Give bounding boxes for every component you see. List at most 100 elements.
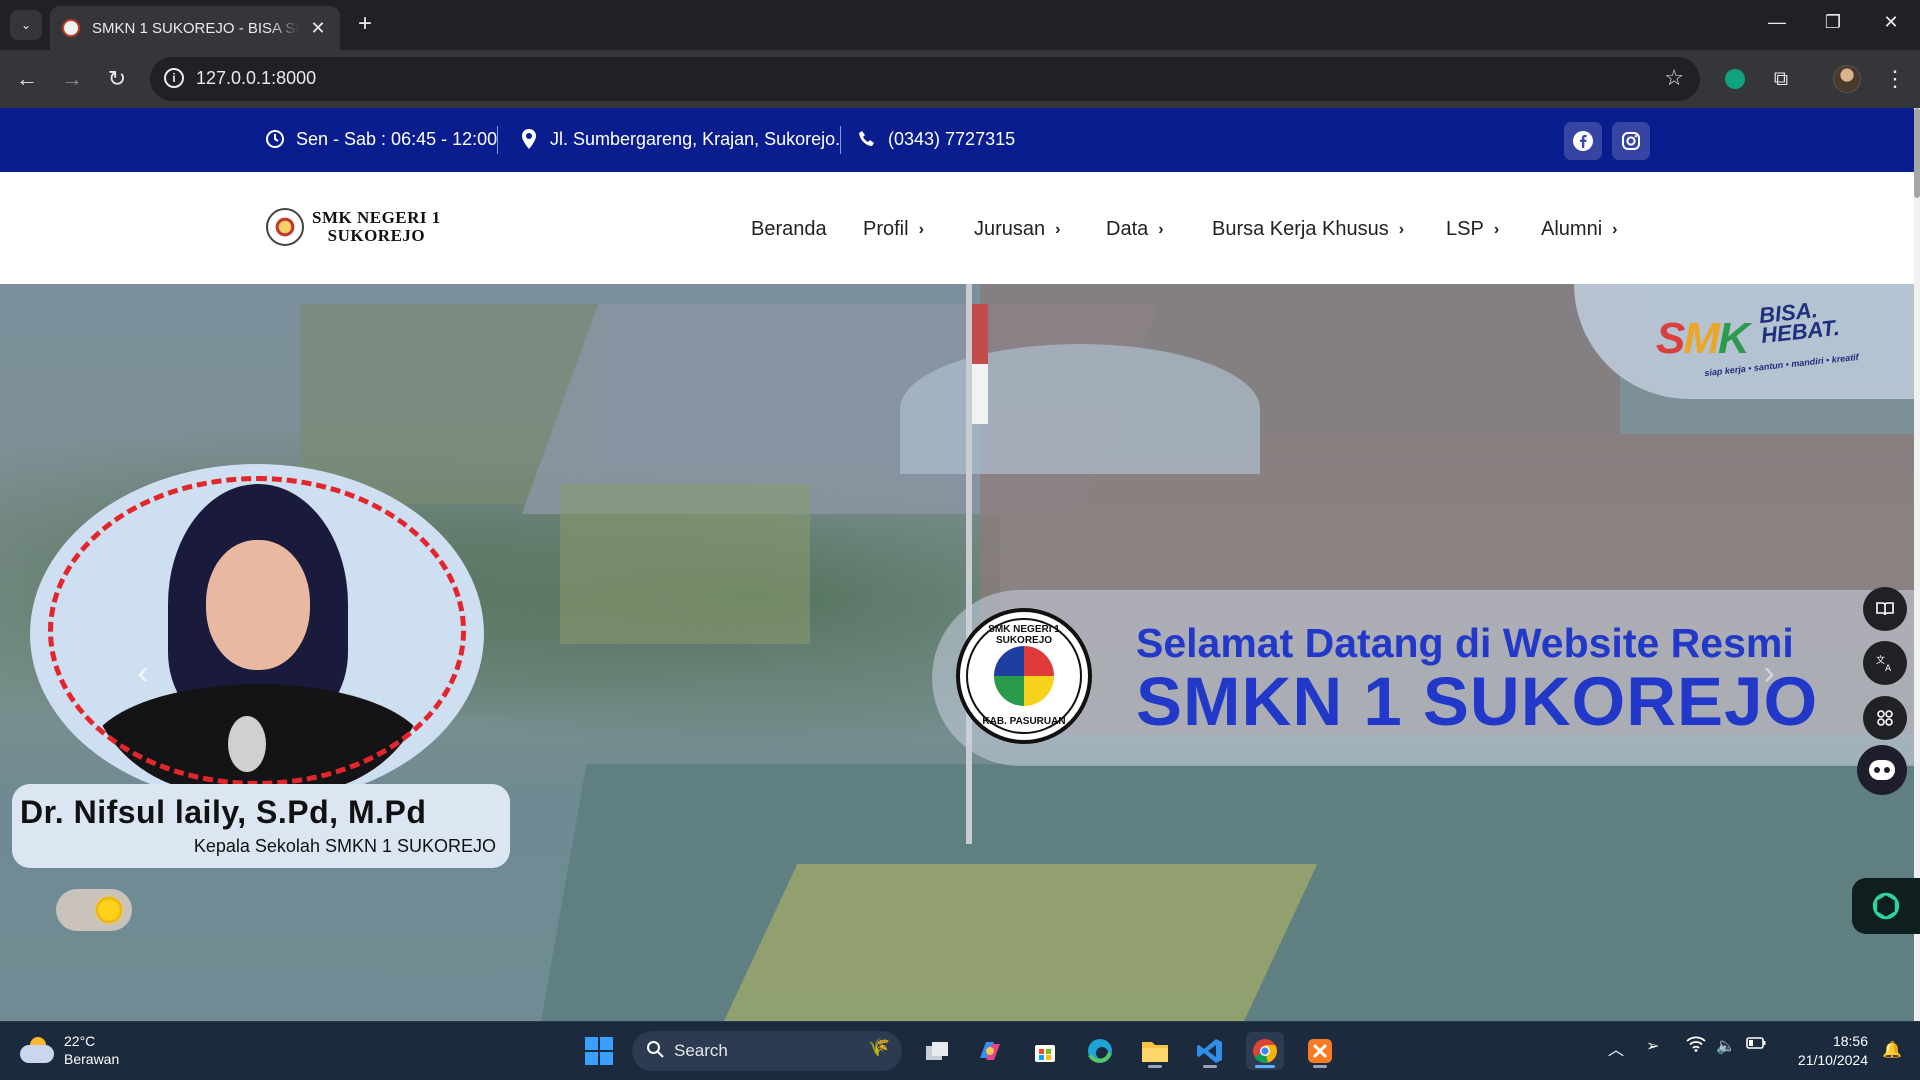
chrome-icon[interactable] <box>1246 1032 1284 1070</box>
windows-taskbar: 22°C Berawan Search 🌾 ︿ ➢ 🔈 18:56 21/10/… <box>0 1021 1920 1080</box>
logo-line2: SUKOREJO <box>327 226 426 245</box>
wifi-icon[interactable] <box>1686 1036 1706 1057</box>
volume-icon[interactable]: 🔈 <box>1716 1036 1736 1056</box>
top-info-bar: Sen - Sab : 06:45 - 12:00 Jl. Sumbergare… <box>0 108 1914 172</box>
site-favicon-icon <box>62 19 80 37</box>
welcome-line1: Selamat Datang di Website Resmi <box>1136 620 1794 666</box>
flag <box>972 304 988 424</box>
nav-item-alumni[interactable]: Alumni › <box>1541 218 1617 241</box>
school-phone: (0343) 7727315 <box>856 128 1015 150</box>
vscode-icon[interactable] <box>1191 1032 1229 1070</box>
scrollbar-thumb[interactable] <box>1914 108 1920 198</box>
bookmark-star-icon[interactable]: ☆ <box>1664 65 1684 91</box>
site-info-icon[interactable]: i <box>164 68 184 88</box>
nav-label: Bursa Kerja Khusus <box>1212 218 1389 240</box>
tab-close-icon[interactable]: ✕ <box>308 18 328 39</box>
clock-date: 21/10/2024 <box>1797 1052 1868 1068</box>
apps-grid-icon[interactable] <box>1863 696 1907 740</box>
taskbar-search[interactable]: Search 🌾 <box>632 1031 902 1071</box>
nav-item-profil[interactable]: Profil › <box>863 218 924 241</box>
tab-title: SMKN 1 SUKOREJO - BISA SUKSES <box>92 19 300 37</box>
task-view-icon[interactable] <box>918 1032 956 1070</box>
nav-item-bursa-kerja-khusus[interactable]: Bursa Kerja Khusus › <box>1212 218 1404 241</box>
instagram-icon[interactable] <box>1612 122 1650 160</box>
start-button[interactable] <box>580 1032 618 1070</box>
translate-icon[interactable]: 文A <box>1863 641 1907 685</box>
url-text[interactable]: 127.0.0.1:8000 <box>196 68 316 89</box>
nav-label: Beranda <box>751 218 827 240</box>
windows-logo-icon <box>585 1037 613 1065</box>
chevron-right-icon: › <box>1158 220 1164 238</box>
omnibox[interactable]: i 127.0.0.1:8000 ☆ <box>150 57 1700 101</box>
hero-photo-building <box>560 484 810 644</box>
new-tab-button[interactable]: + <box>352 12 378 36</box>
reload-button[interactable]: ↻ <box>102 65 132 95</box>
nav-item-data[interactable]: Data › <box>1106 218 1164 241</box>
facebook-icon[interactable] <box>1564 122 1602 160</box>
school-emblem-icon <box>266 208 304 246</box>
system-clock[interactable]: 18:56 21/10/2024 <box>1798 1032 1868 1070</box>
search-placeholder: Search <box>674 1041 728 1060</box>
nav-item-jurusan[interactable]: Jurusan › <box>974 218 1060 241</box>
school-seal-icon: SMK NEGERI 1 SUKOREJO KAB. PASURUAN <box>956 608 1092 744</box>
address-text: Jl. Sumbergareng, Krajan, Sukorejo. <box>550 128 841 149</box>
copilot-icon[interactable] <box>971 1032 1009 1070</box>
hero-photo-roof <box>900 344 1260 474</box>
svg-text:A: A <box>1885 664 1892 673</box>
xampp-icon[interactable] <box>1301 1032 1339 1070</box>
clock-time: 18:56 <box>1832 1033 1868 1049</box>
nav-label: Profil <box>863 218 909 240</box>
running-indicator <box>1148 1065 1162 1068</box>
restore-button[interactable]: ❐ <box>1818 12 1848 33</box>
logo-text: SMK NEGERI 1 SUKOREJO <box>312 209 441 245</box>
forward-button[interactable]: → <box>57 65 87 95</box>
running-indicator <box>1203 1065 1217 1068</box>
nav-label: LSP <box>1446 218 1484 240</box>
running-indicator <box>1313 1065 1327 1068</box>
chatgpt-floating-icon[interactable] <box>1852 878 1920 934</box>
nav-item-lsp[interactable]: LSP › <box>1446 218 1499 241</box>
browser-menu-icon[interactable]: ⋮ <box>1880 64 1910 94</box>
browser-tab-bar: ⌄ SMKN 1 SUKOREJO - BISA SUKSES ✕ + — ❐ … <box>0 0 1920 50</box>
reader-mode-icon[interactable] <box>1863 587 1907 631</box>
battery-icon[interactable] <box>1746 1036 1766 1055</box>
clock-icon <box>264 128 286 150</box>
file-explorer-icon[interactable] <box>1136 1032 1174 1070</box>
opening-hours: Sen - Sab : 06:45 - 12:00 <box>264 128 497 150</box>
nav-item-beranda[interactable]: Beranda <box>751 218 827 241</box>
chatgpt-extension-icon[interactable] <box>1720 64 1750 94</box>
back-button[interactable]: ← <box>12 65 42 95</box>
edge-browser-icon[interactable] <box>1081 1032 1119 1070</box>
phone-icon <box>856 128 878 150</box>
minimize-button[interactable]: — <box>1762 12 1792 33</box>
partly-cloudy-icon <box>20 1037 54 1063</box>
assistant-bot-icon[interactable] <box>1857 745 1907 795</box>
principal-name-card: Dr. Nifsul laily, S.Pd, M.Pd Kepala Seko… <box>12 784 510 868</box>
nav-label: Data <box>1106 218 1149 240</box>
hours-text: Sen - Sab : 06:45 - 12:00 <box>296 128 498 149</box>
site-logo[interactable]: SMK NEGERI 1 SUKOREJO <box>266 208 441 246</box>
nav-label: Alumni <box>1541 218 1603 240</box>
tab-search-button[interactable]: ⌄ <box>10 10 42 40</box>
carousel-prev-arrow[interactable]: ‹ <box>128 654 158 693</box>
divider <box>840 126 841 154</box>
smk-bisa-hebat-logo: SMK BISA. HEBAT. siap kerja • santun • m… <box>1574 284 1914 399</box>
chevron-right-icon: › <box>918 220 924 238</box>
chevron-right-icon: › <box>1493 220 1500 238</box>
microsoft-store-icon[interactable] <box>1026 1032 1064 1070</box>
welcome-banner: SMK NEGERI 1 SUKOREJO KAB. PASURUAN Sela… <box>932 590 1914 766</box>
theme-toggle[interactable] <box>56 889 132 931</box>
web-page: Sen - Sab : 06:45 - 12:00 Jl. Sumbergare… <box>0 108 1920 1021</box>
profile-avatar[interactable] <box>1832 64 1862 94</box>
logo-line1: SMK NEGERI 1 <box>312 208 441 227</box>
location-arrow-icon[interactable]: ➢ <box>1646 1036 1659 1056</box>
show-hidden-icons-chevron-icon[interactable]: ︿ <box>1608 1036 1624 1060</box>
browser-tab[interactable]: SMKN 1 SUKOREJO - BISA SUKSES ✕ <box>50 6 340 50</box>
extensions-puzzle-icon[interactable]: ⧉ <box>1766 64 1796 94</box>
notification-bell-icon[interactable]: 🔔 <box>1882 1040 1902 1060</box>
hero-photo-field <box>722 864 1318 1021</box>
close-window-button[interactable]: ✕ <box>1876 12 1906 33</box>
principal-role: Kepala Sekolah SMKN 1 SUKOREJO <box>193 836 496 856</box>
weather-widget[interactable]: 22°C Berawan <box>20 1032 119 1068</box>
chevron-right-icon: › <box>1055 220 1061 238</box>
